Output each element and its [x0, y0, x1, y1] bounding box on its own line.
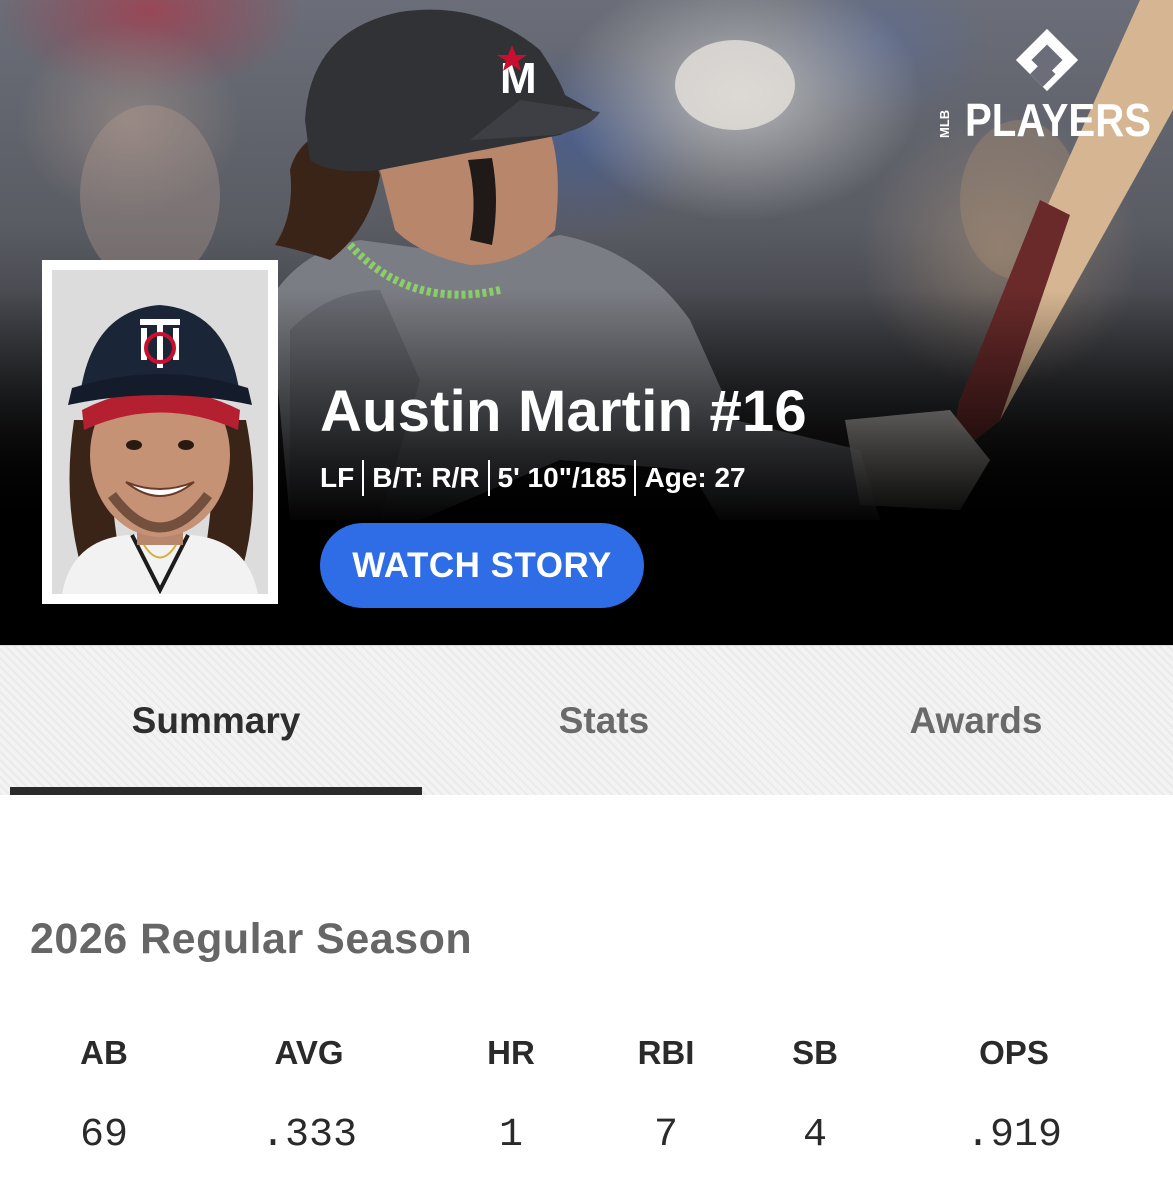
- profile-tab-bar: Summary Stats Awards: [0, 645, 1173, 795]
- stat-label-ops: OPS: [979, 1034, 1049, 1071]
- active-tab-indicator: [10, 787, 422, 795]
- bio-divider: [362, 460, 365, 496]
- stat-value-ab: 69: [79, 1113, 128, 1158]
- player-headshot: [52, 270, 268, 594]
- player-hero: M MLB PLAYERS: [0, 0, 1173, 645]
- player-age: Age: 27: [644, 462, 746, 493]
- bio-divider: [634, 460, 637, 496]
- stat-label-avg: AVG: [274, 1034, 344, 1071]
- watch-story-button[interactable]: WATCH STORY: [320, 523, 644, 608]
- stat-label-ab: AB: [80, 1034, 128, 1071]
- player-name: Austin Martin #16: [320, 379, 807, 444]
- tab-awards[interactable]: Awards: [786, 646, 1166, 796]
- stat-value-ops: .919: [965, 1113, 1062, 1158]
- svg-text:PLAYERS: PLAYERS: [965, 94, 1151, 142]
- tab-summary[interactable]: Summary: [10, 646, 422, 796]
- bio-divider: [487, 460, 490, 496]
- player-bats-throws: B/T: R/R: [372, 462, 480, 493]
- player-position: LF: [320, 462, 355, 493]
- stat-label-sb: SB: [792, 1034, 838, 1071]
- stat-value-avg: .333: [260, 1113, 357, 1158]
- player-bio-line: LF B/T: R/R 5' 10"/185 Age: 27: [320, 460, 746, 496]
- stat-value-sb: 4: [802, 1113, 827, 1158]
- player-height-weight: 5' 10"/185: [497, 462, 627, 493]
- tab-stats[interactable]: Stats: [422, 646, 786, 796]
- season-title: 2026 Regular Season: [30, 915, 473, 963]
- svg-text:MLB: MLB: [937, 110, 952, 138]
- player-headshot-frame: [42, 260, 278, 604]
- mlb-players-logo: MLB PLAYERS: [937, 28, 1151, 142]
